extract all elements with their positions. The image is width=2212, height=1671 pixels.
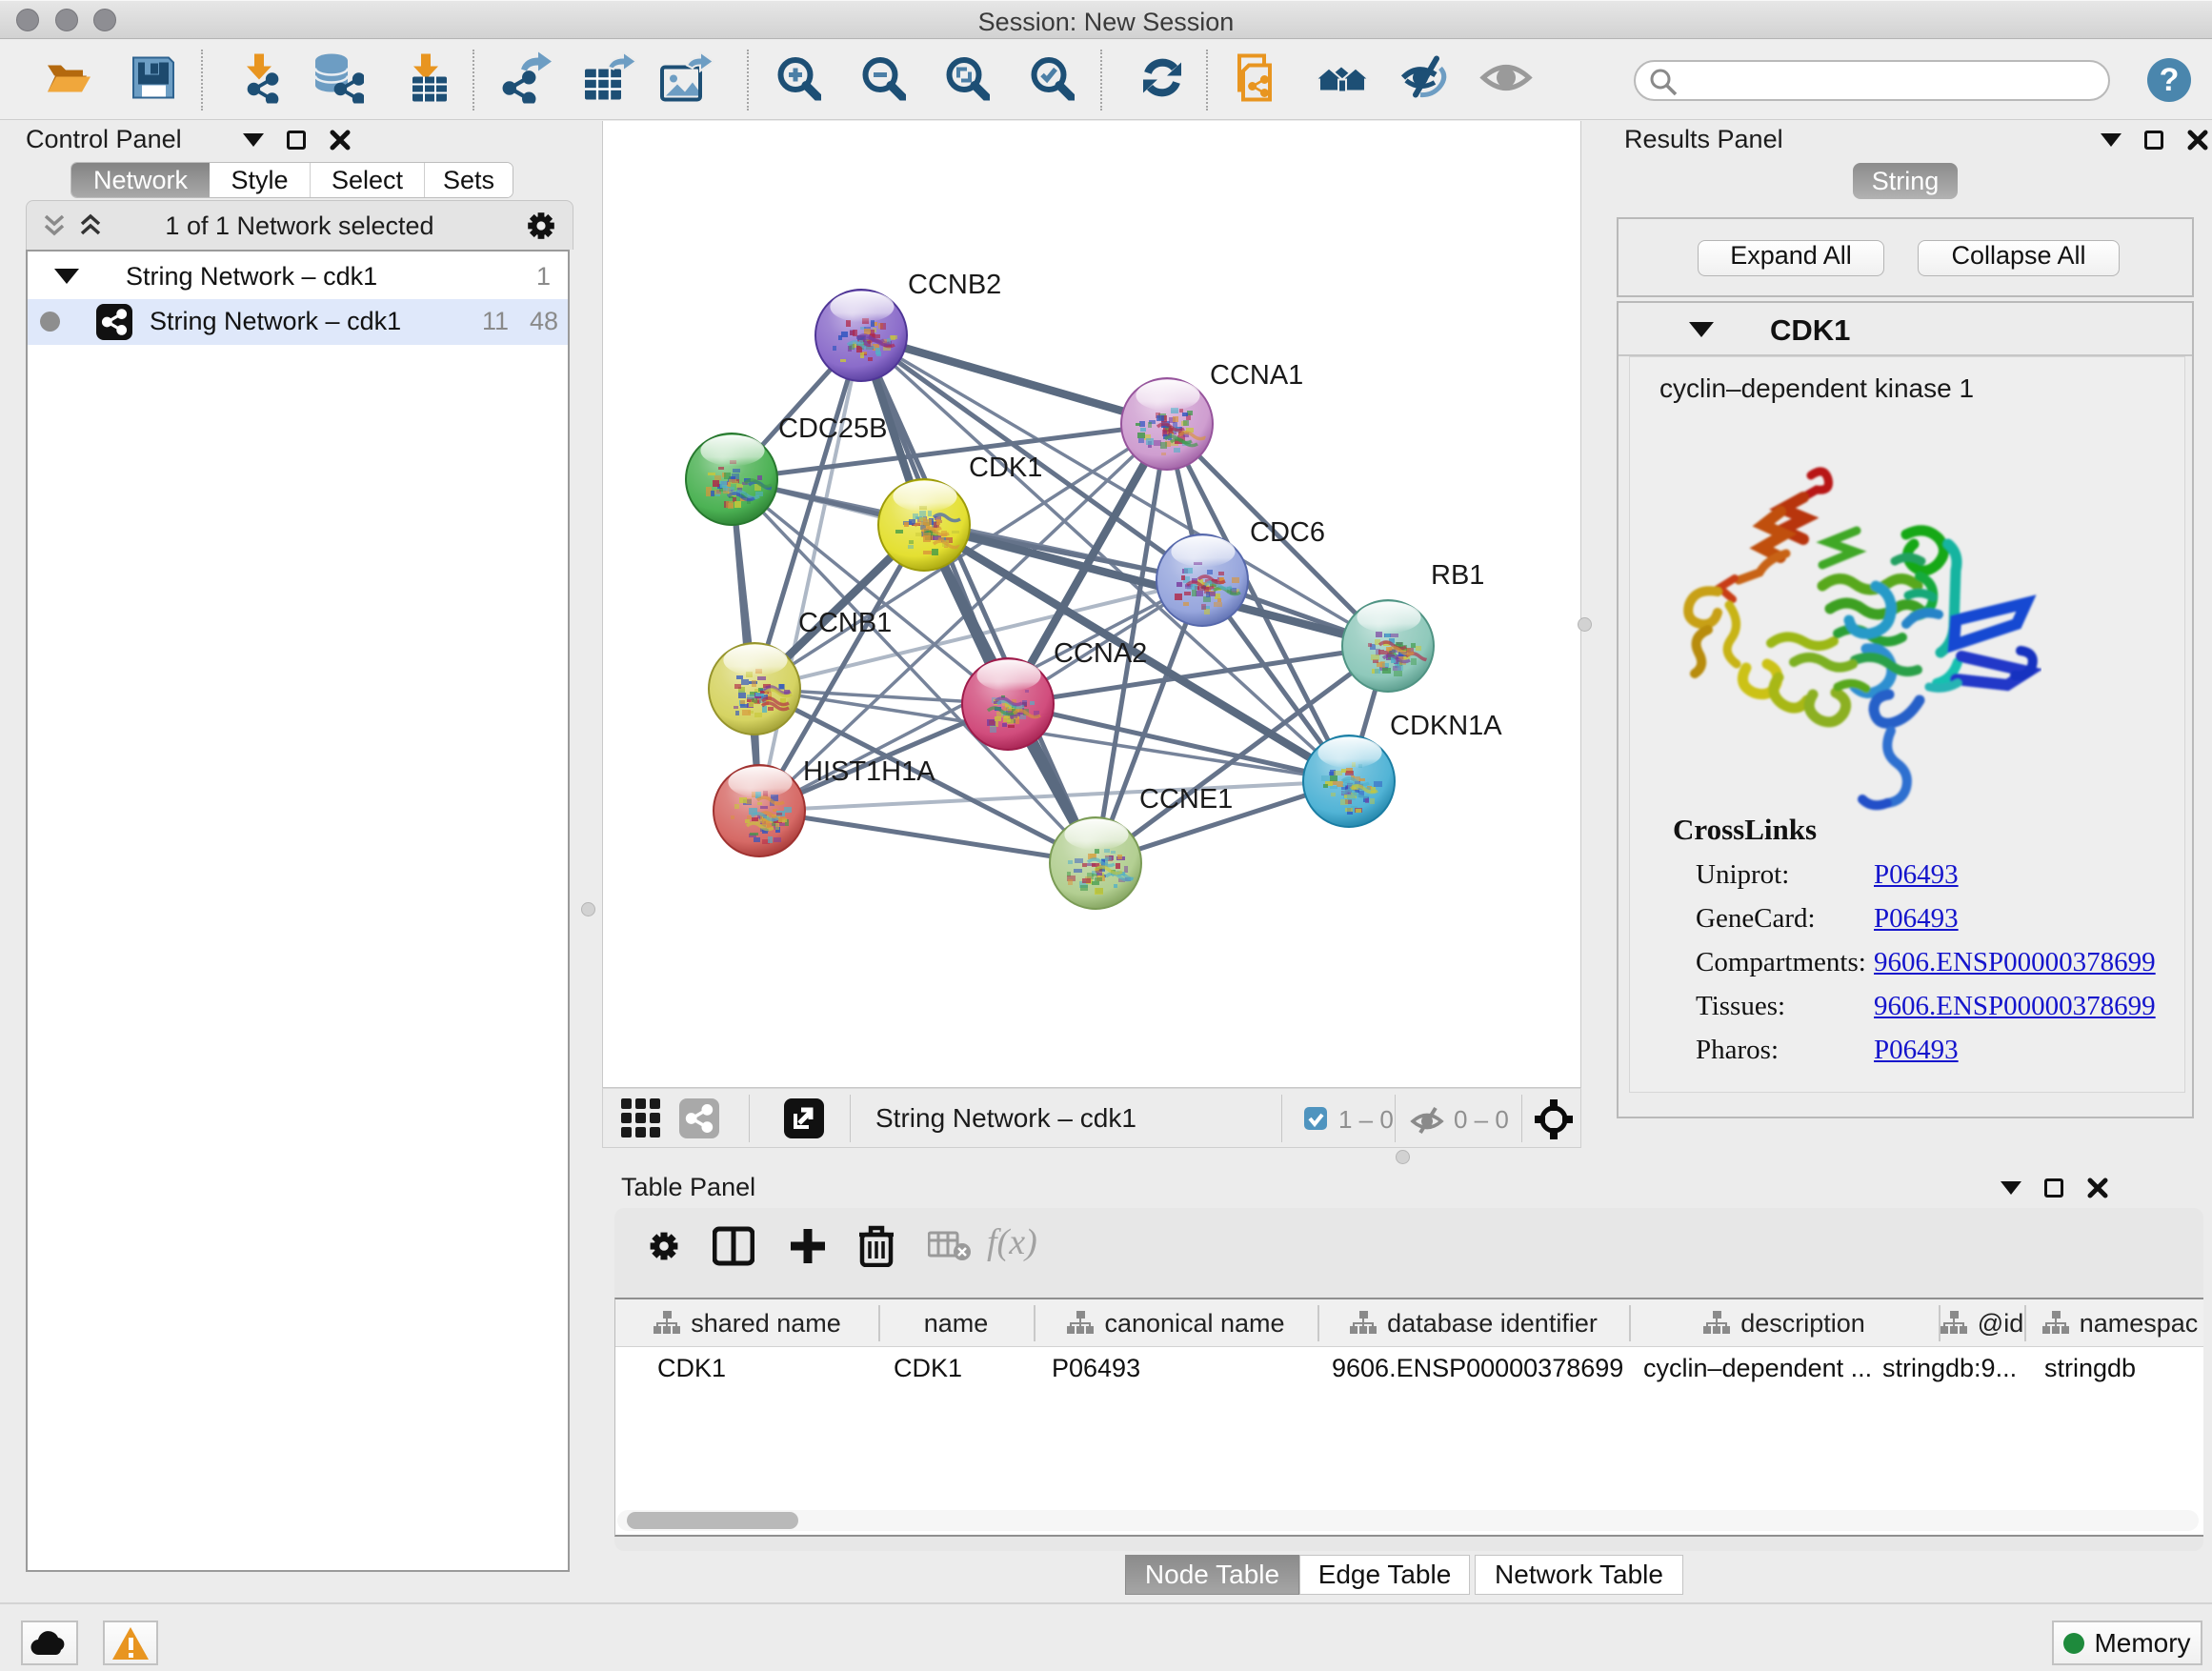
svg-text:CCNB1: CCNB1 <box>798 608 892 638</box>
svg-text:CCNA1: CCNA1 <box>1210 360 1303 391</box>
svg-text:CCNE1: CCNE1 <box>1139 784 1233 815</box>
svg-text:HIST1H1A: HIST1H1A <box>803 756 935 787</box>
svg-text:CDC6: CDC6 <box>1250 517 1325 548</box>
svg-text:CDKN1A: CDKN1A <box>1390 711 1502 741</box>
svg-text:CDC25B: CDC25B <box>778 413 887 444</box>
svg-text:CCNA2: CCNA2 <box>1054 638 1147 669</box>
svg-text:CDK1: CDK1 <box>969 453 1042 483</box>
svg-text:RB1: RB1 <box>1431 560 1484 591</box>
svg-text:CCNB2: CCNB2 <box>908 270 1001 300</box>
